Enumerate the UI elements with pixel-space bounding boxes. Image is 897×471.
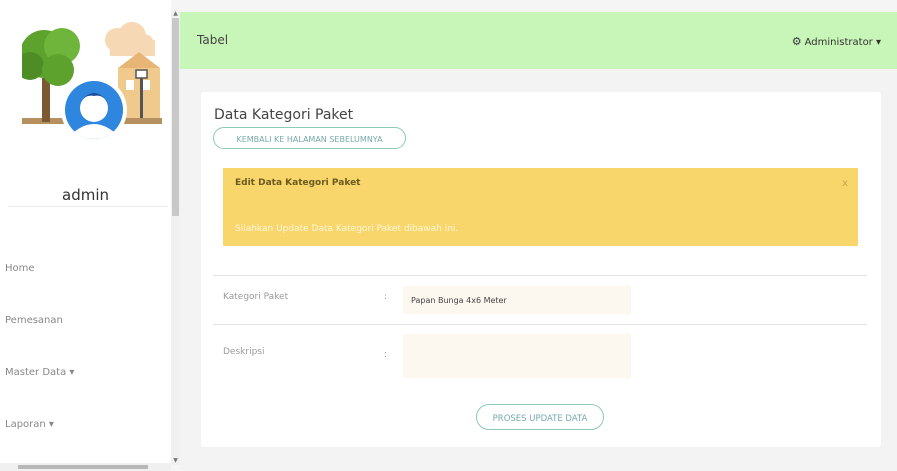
form-divider (213, 324, 867, 325)
sidebar-divider (8, 206, 168, 207)
alert-message: Silahkan Update Data Kategori Paket diba… (235, 224, 459, 234)
kategori-paket-input[interactable] (403, 286, 631, 314)
gear-icon: ⚙ (791, 35, 802, 48)
deskripsi-label: Deskripsi (223, 347, 265, 357)
content-card: Data Kategori Paket KEMBALI KE HALAMAN S… (201, 92, 881, 447)
horizontal-scrollbar[interactable] (0, 463, 171, 471)
profile-illustration (22, 22, 162, 143)
scroll-down-icon[interactable]: ▼ (171, 457, 180, 465)
alert-title: Edit Data Kategori Paket (235, 178, 361, 188)
deskripsi-textarea[interactable] (403, 334, 631, 378)
username: admin (62, 186, 109, 204)
sidebar-item-laporan[interactable]: Laporan ▾ (5, 419, 54, 430)
card-title: Data Kategori Paket (214, 107, 354, 123)
back-button[interactable]: KEMBALI KE HALAMAN SEBELUMNYA (213, 127, 406, 149)
user-menu-label: Administrator ▾ (804, 37, 881, 48)
submit-update-button[interactable]: PROSES UPDATE DATA (476, 404, 604, 430)
field-colon: : (384, 350, 388, 360)
form-divider (213, 275, 867, 276)
kategori-paket-label: Kategori Paket (223, 292, 289, 302)
sidebar-item-home[interactable]: Home (5, 263, 35, 274)
sidebar-item-pemesanan[interactable]: Pemesanan (5, 315, 63, 326)
field-colon: : (384, 292, 388, 302)
close-icon[interactable]: x (842, 178, 848, 189)
horizontal-scroll-thumb[interactable] (18, 465, 148, 469)
user-menu-dropdown[interactable]: ⚙ Administrator ▾ (792, 35, 881, 48)
scroll-up-icon[interactable]: ▲ (171, 10, 180, 18)
sidebar: admin Home Pemesanan Master Data ▾ Lapor… (0, 0, 171, 471)
top-header: Tabel ⚙ Administrator ▾ (180, 12, 897, 69)
sidebar-item-master-data[interactable]: Master Data ▾ (5, 367, 74, 378)
sidebar-scroll-thumb[interactable] (172, 18, 179, 216)
page-title: Tabel (197, 33, 229, 47)
info-alert: Edit Data Kategori Paket x Silahkan Upda… (223, 168, 858, 246)
sidebar-scrollbar[interactable]: ▲ ▼ (171, 10, 180, 465)
